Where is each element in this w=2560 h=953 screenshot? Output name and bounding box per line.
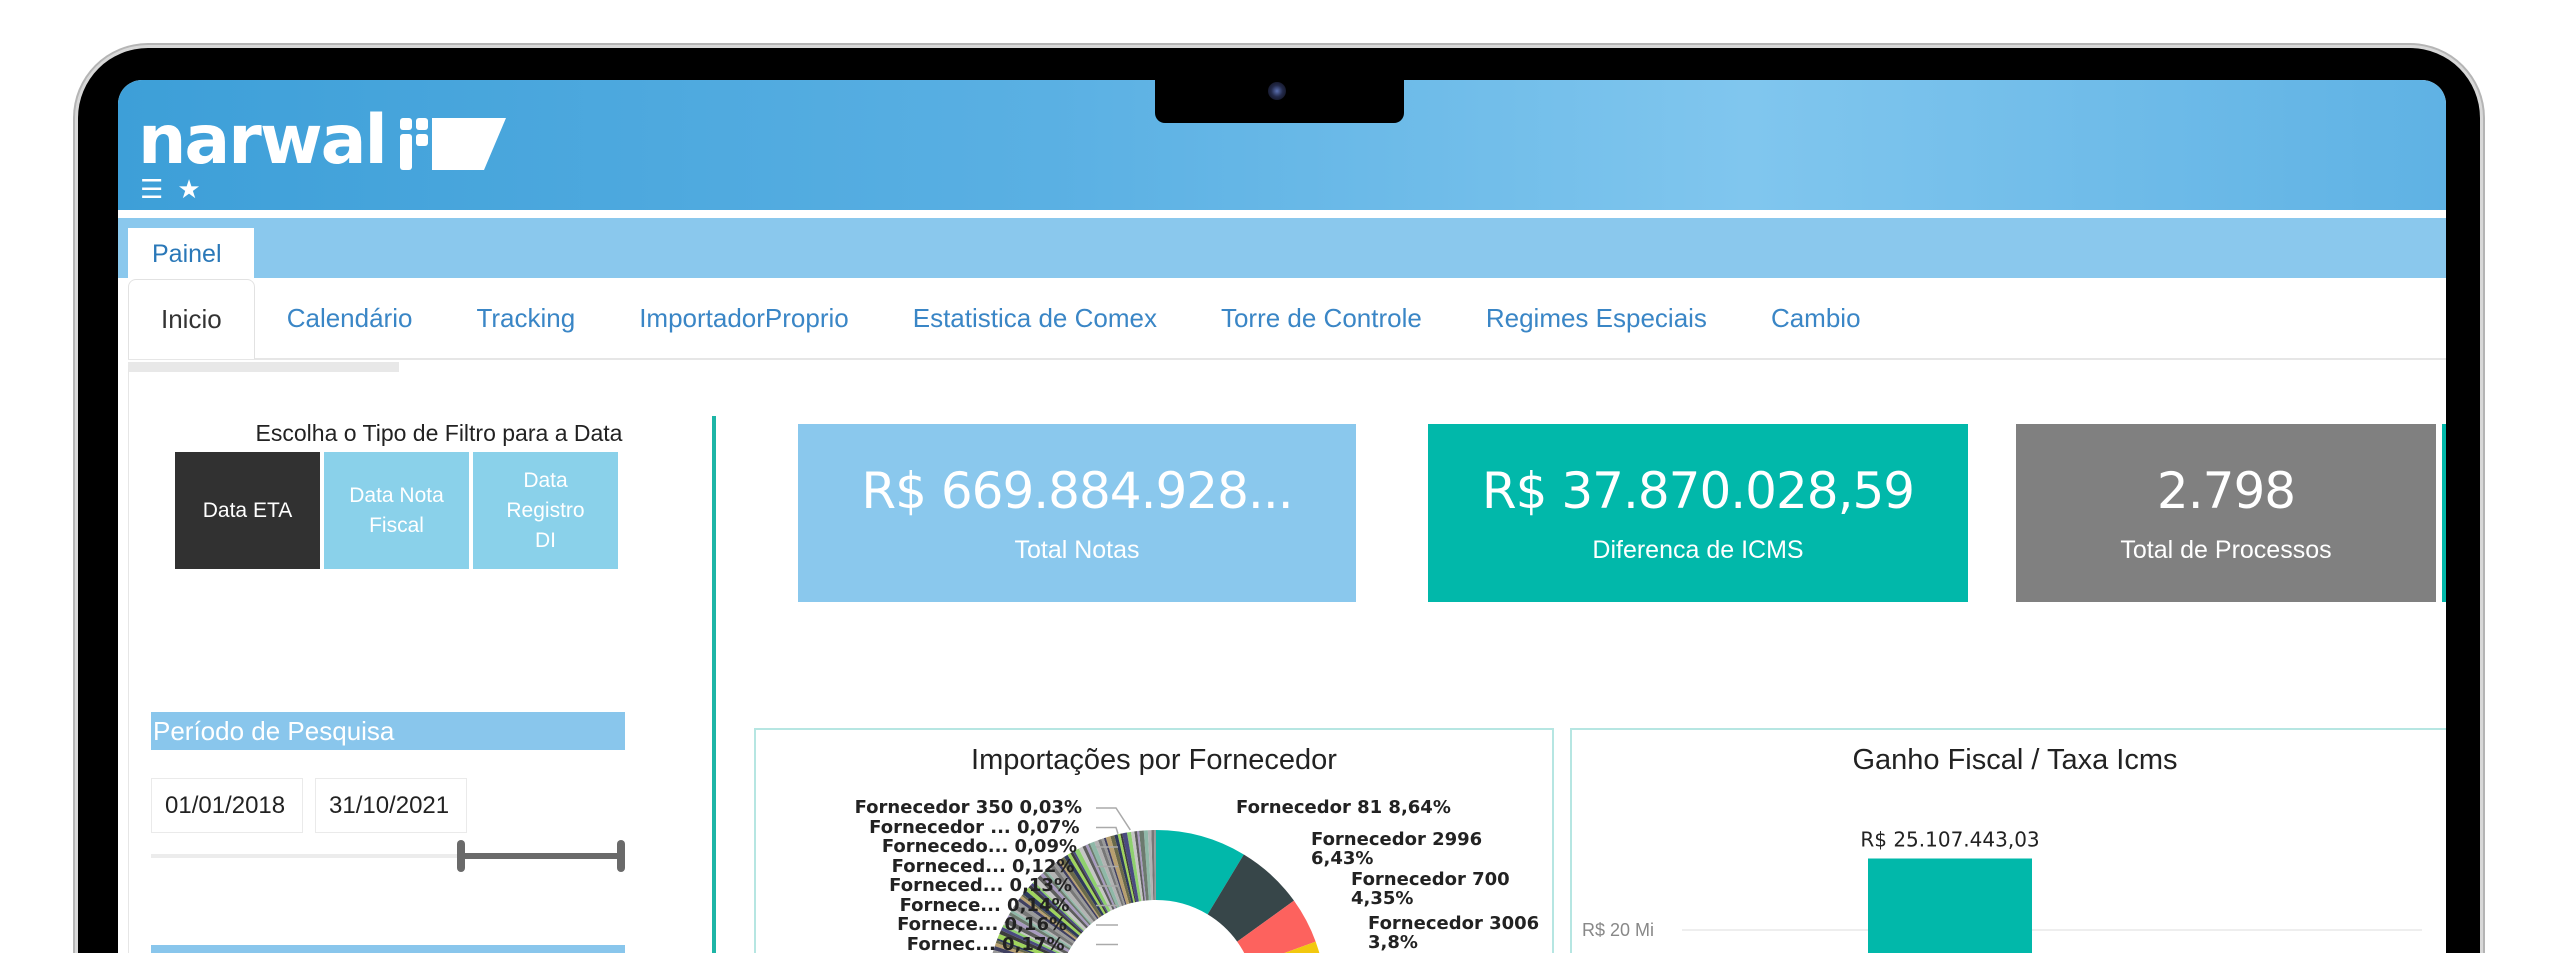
tab-cambio[interactable]: Cambio [1739, 277, 1893, 359]
donut-label-left: Forneced... 0,13% [889, 875, 1072, 896]
slider-handle-start[interactable] [457, 840, 466, 872]
app-screen: narwal ☰ ★ Painel Inicio Calendário Trac… [118, 80, 2446, 953]
client-label: Cliente [151, 945, 625, 953]
logo-mark-icon [399, 118, 506, 170]
filter-data-registro-di-button[interactable]: Data Registro DI [473, 452, 618, 569]
donut-label-right: Fornecedor 3006 3,8% [1368, 913, 1540, 953]
bar-chart: R$ 20 MiR$ 25.107.443,03R$ 12.762.585,56 [1582, 827, 2422, 953]
kpi-total-notas: R$ 669.884.928... Total Notas [798, 424, 1356, 602]
donut-leader-line [1096, 807, 1131, 831]
kpi-value: R$ 669.884.928... [861, 461, 1293, 520]
camera-icon [1268, 82, 1286, 100]
donut-label-left: Fornecedor ... 0,07% [869, 816, 1080, 838]
camera-notch [1155, 60, 1404, 123]
donut-label-left: Fornecedor 350 0,03% [854, 797, 1082, 818]
kpi-value: 2.798 [2156, 461, 2296, 520]
tab-torre-controle[interactable]: Torre de Controle [1189, 277, 1454, 359]
donut-label-right: Fornecedor 2996 6,43% [1311, 829, 1483, 869]
logo[interactable]: narwal [138, 101, 508, 180]
filter-type-title: Escolha o Tipo de Filtro para a Data [255, 420, 623, 446]
donut-label-left: Fornecedo... 0,09% [881, 836, 1077, 857]
filter-sidebar: Escolha o Tipo de Filtro para a Data Dat… [128, 362, 679, 953]
kpi-value: R$ 37.870.028,59 [1481, 461, 1915, 520]
tab-regimes-especiais[interactable]: Regimes Especiais [1454, 277, 1739, 359]
section-divider [712, 416, 716, 953]
tab-importador-proprio[interactable]: ImportadorProprio [607, 277, 881, 359]
kpi-label: Total Notas [1014, 535, 1140, 564]
kpi-label: Total de Processos [2120, 535, 2332, 564]
donut-chart-panel: Importações por Fornecedor Fornecedor 35… [754, 728, 1554, 953]
kpi-total-processos: 2.798 Total de Processos [2016, 424, 2436, 602]
tab-painel[interactable]: Painel [128, 228, 254, 278]
nav-tabs: Inicio Calendário Tracking ImportadorPro… [128, 278, 2446, 360]
menu-icon[interactable]: ☰ [140, 176, 163, 202]
kpi-partial-card [2442, 424, 2446, 602]
donut-label-left: Fornec... 0,17% [906, 933, 1065, 953]
filter-data-nota-fiscal-button[interactable]: Data Nota Fiscal [324, 452, 469, 569]
header-divider [118, 210, 2446, 218]
tab-tracking[interactable]: Tracking [444, 277, 607, 359]
painel-bar: Painel [118, 218, 2446, 278]
filter-data-eta-button[interactable]: Data ETA [175, 452, 320, 569]
bar-chart-panel: Ganho Fiscal / Taxa Icms R$ 20 Mi R$ 25.1… [1570, 728, 2446, 953]
kpi-label: Diferenca de ICMS [1592, 535, 1804, 564]
date-start-input[interactable]: 01/01/2018 [151, 778, 303, 833]
report-canvas: Escolha o Tipo de Filtro para a Data Dat… [128, 362, 2446, 953]
brand-name: narwal [138, 101, 388, 180]
kpi-diferenca-icms: R$ 37.870.028,59 Diferenca de ICMS [1428, 424, 1968, 602]
star-icon[interactable]: ★ [177, 176, 200, 202]
donut-label-left: Forneced... 0,12% [891, 855, 1075, 877]
tab-calendario[interactable]: Calendário [255, 277, 445, 359]
tab-inicio[interactable]: Inicio [128, 279, 255, 359]
y-tick-label: R$ 20 Mi [1582, 920, 1654, 940]
donut-leader-line [1096, 826, 1119, 835]
bar-value-label: R$ 25.107.443,03 [1860, 827, 2039, 851]
slider-handle-end[interactable] [617, 840, 625, 872]
donut-label-left: Fornece... 0,16% [897, 914, 1067, 935]
donut-label-right: Fornecedor 81 8,64% [1236, 797, 1451, 818]
period-label: Período de Pesquisa [151, 712, 625, 750]
date-end-input[interactable]: 31/10/2021 [315, 778, 467, 833]
bar[interactable] [1868, 858, 2032, 953]
tab-estatistica-comex[interactable]: Estatistica de Comex [881, 277, 1189, 359]
date-filter-type-buttons: Data ETA Data Nota Fiscal Data Registro … [175, 452, 618, 569]
donut-label-right: Fornecedor 700 4,35% [1351, 869, 1510, 909]
date-range-fill [459, 853, 621, 859]
donut-label-left: Fornece... 0,14% [899, 894, 1070, 916]
